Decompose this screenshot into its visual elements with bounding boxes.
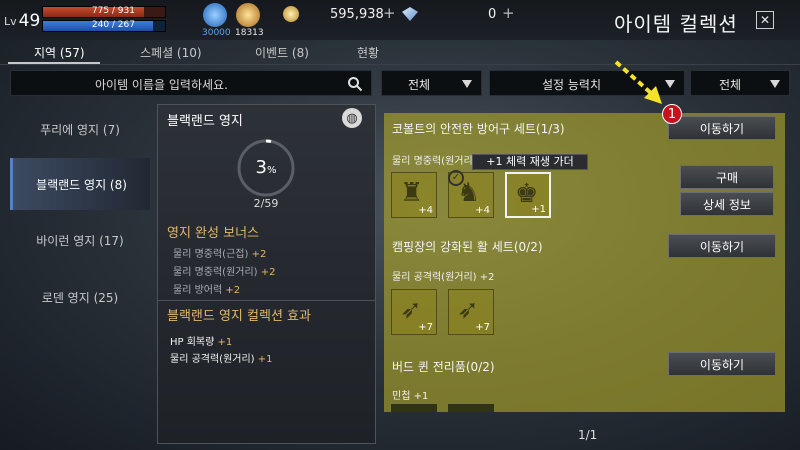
sort-dropdown[interactable]: 전체 (690, 70, 790, 96)
bonus-stat: 물리 방어력 (173, 285, 223, 296)
item-slot[interactable]: ➶ +7 (448, 289, 494, 335)
completion-percent-value: 3 (255, 157, 267, 178)
collection-title: 버드 퀸 전리품(0/2) (392, 360, 495, 374)
card-divider (157, 300, 376, 301)
buy-button[interactable]: 구매 (680, 165, 774, 189)
bonus-line: 물리 명중력(근접) +2 (173, 245, 266, 260)
blue-energy-icon[interactable] (203, 3, 227, 27)
diamond-amount: 0 (488, 7, 497, 22)
bow-icon: ➶ (400, 295, 422, 325)
pointer-arrow-icon (614, 60, 662, 104)
effect-line: HP 회복량 +1 (170, 333, 232, 348)
page-indicator: 1/1 (578, 428, 598, 442)
callout-badge: 1 (662, 104, 682, 124)
search-placeholder: 아이템 이름을 입력하세요. (95, 78, 228, 92)
region-item-roden[interactable]: 로덴 영지 (25) (10, 271, 150, 323)
move-button[interactable]: 이동하기 (668, 352, 776, 376)
tab-special[interactable]: 스페셜 (10) (140, 44, 202, 64)
effect-value: +1 (217, 337, 233, 348)
move-button[interactable]: 이동하기 (668, 234, 776, 258)
item-slot-partial[interactable] (391, 404, 437, 412)
close-button[interactable]: ✕ (756, 11, 774, 29)
item-slot[interactable]: ♜ +4 (391, 172, 437, 218)
bonus-line: 물리 명중력(원거리) +2 (173, 263, 276, 278)
territory-title: 블랙랜드 영지 (167, 114, 243, 129)
bow-icon: ➶ (457, 295, 479, 325)
item-slot[interactable]: ➶ +7 (391, 289, 437, 335)
collection-stat: 민첩 +1 (392, 391, 429, 402)
bonus-stat: 물리 명중력(원거리) (173, 267, 258, 278)
screen-title: 아이템 컬렉션 (614, 12, 738, 36)
stat-filter-label: 설정 능력치 (542, 78, 602, 92)
detail-info-button[interactable]: 상세 정보 (680, 192, 774, 216)
gold-emblem-icon[interactable] (236, 3, 260, 27)
mp-text: 240 / 267 (91, 20, 135, 30)
effect-value: +1 (257, 354, 273, 365)
close-icon: ✕ (759, 13, 771, 27)
chevron-down-icon (770, 80, 780, 88)
bonus-value: +2 (225, 285, 241, 296)
hp-bar: 775 / 931 (42, 6, 166, 18)
tab-event[interactable]: 이벤트 (8) (255, 44, 309, 64)
globe-icon[interactable]: ◍ (342, 108, 362, 128)
enchant-level: +7 (475, 322, 490, 333)
region-item-blackland[interactable]: 블랙랜드 영지 (8) (10, 158, 150, 210)
gold-emblem-value: 18313 (235, 28, 264, 38)
tab-status[interactable]: 현황 (357, 44, 379, 64)
bonus-line: 물리 방어력 +2 (173, 281, 240, 296)
search-icon[interactable] (347, 76, 363, 92)
region-item-furie[interactable]: 푸리에 영지 (7) (10, 103, 150, 155)
completion-percent-unit: % (266, 165, 277, 176)
enchant-level: +7 (418, 322, 433, 333)
item-tooltip: +1 체력 재생 가더 (472, 154, 588, 170)
move-button[interactable]: 이동하기 (668, 116, 776, 140)
bonus-value: +2 (251, 249, 267, 260)
item-slot-selected[interactable]: ♚ +1 (505, 172, 551, 218)
completion-count: 2/59 (253, 197, 279, 210)
bonus-value: +2 (260, 267, 276, 278)
region-item-byron[interactable]: 바이런 영지 (17) (10, 214, 150, 266)
add-diamond-button[interactable]: + (502, 4, 515, 22)
effect-stat: HP 회복량 (170, 337, 215, 348)
effect-stat: 물리 공격력(원거리) (170, 354, 255, 365)
hp-text: 775 / 931 (91, 6, 135, 16)
check-icon: ✓ (448, 170, 464, 186)
collection-effect-heading: 블랙랜드 영지 컬렉션 효과 (167, 309, 311, 324)
bonus-stat: 물리 명중력(근접) (173, 249, 249, 260)
blue-energy-value: 30000 (202, 28, 231, 38)
search-input[interactable]: 아이템 이름을 입력하세요. (10, 70, 372, 96)
completion-bonus-heading: 영지 완성 보너스 (167, 226, 259, 241)
level-label: Lv (4, 14, 17, 28)
level-value: 49 (18, 11, 41, 31)
collection-stat: 물리 공격력(원거리) +2 (392, 272, 495, 283)
tab-region[interactable]: 지역 (57) (34, 44, 85, 64)
enchant-level: +1 (531, 204, 546, 215)
completion-percent: 3% (236, 157, 296, 178)
filter-dropdown-label: 전체 (408, 78, 431, 92)
gold-coin-icon (283, 6, 299, 22)
enchant-level: +4 (418, 205, 433, 216)
enchant-level: +4 (475, 205, 490, 216)
collection-title: 코볼트의 안전한 방어구 세트(1/3) (392, 122, 565, 136)
tab-divider (0, 64, 800, 65)
item-slot-partial[interactable] (448, 404, 494, 412)
sort-dropdown-label: 전체 (719, 78, 742, 92)
filter-dropdown-all[interactable]: 전체 (381, 70, 482, 96)
collection-title: 캠핑장의 강화된 활 세트(0/2) (392, 240, 543, 254)
gold-amount: 595,938 (330, 7, 384, 22)
mp-bar: 240 / 267 (42, 20, 166, 32)
add-gold-button[interactable]: + (383, 4, 396, 22)
chevron-down-icon (462, 80, 472, 88)
armor-icon: ♜ (400, 178, 424, 208)
level-indicator: Lv 49 (4, 6, 40, 36)
effect-line: 물리 공격력(원거리) +1 (170, 350, 273, 365)
